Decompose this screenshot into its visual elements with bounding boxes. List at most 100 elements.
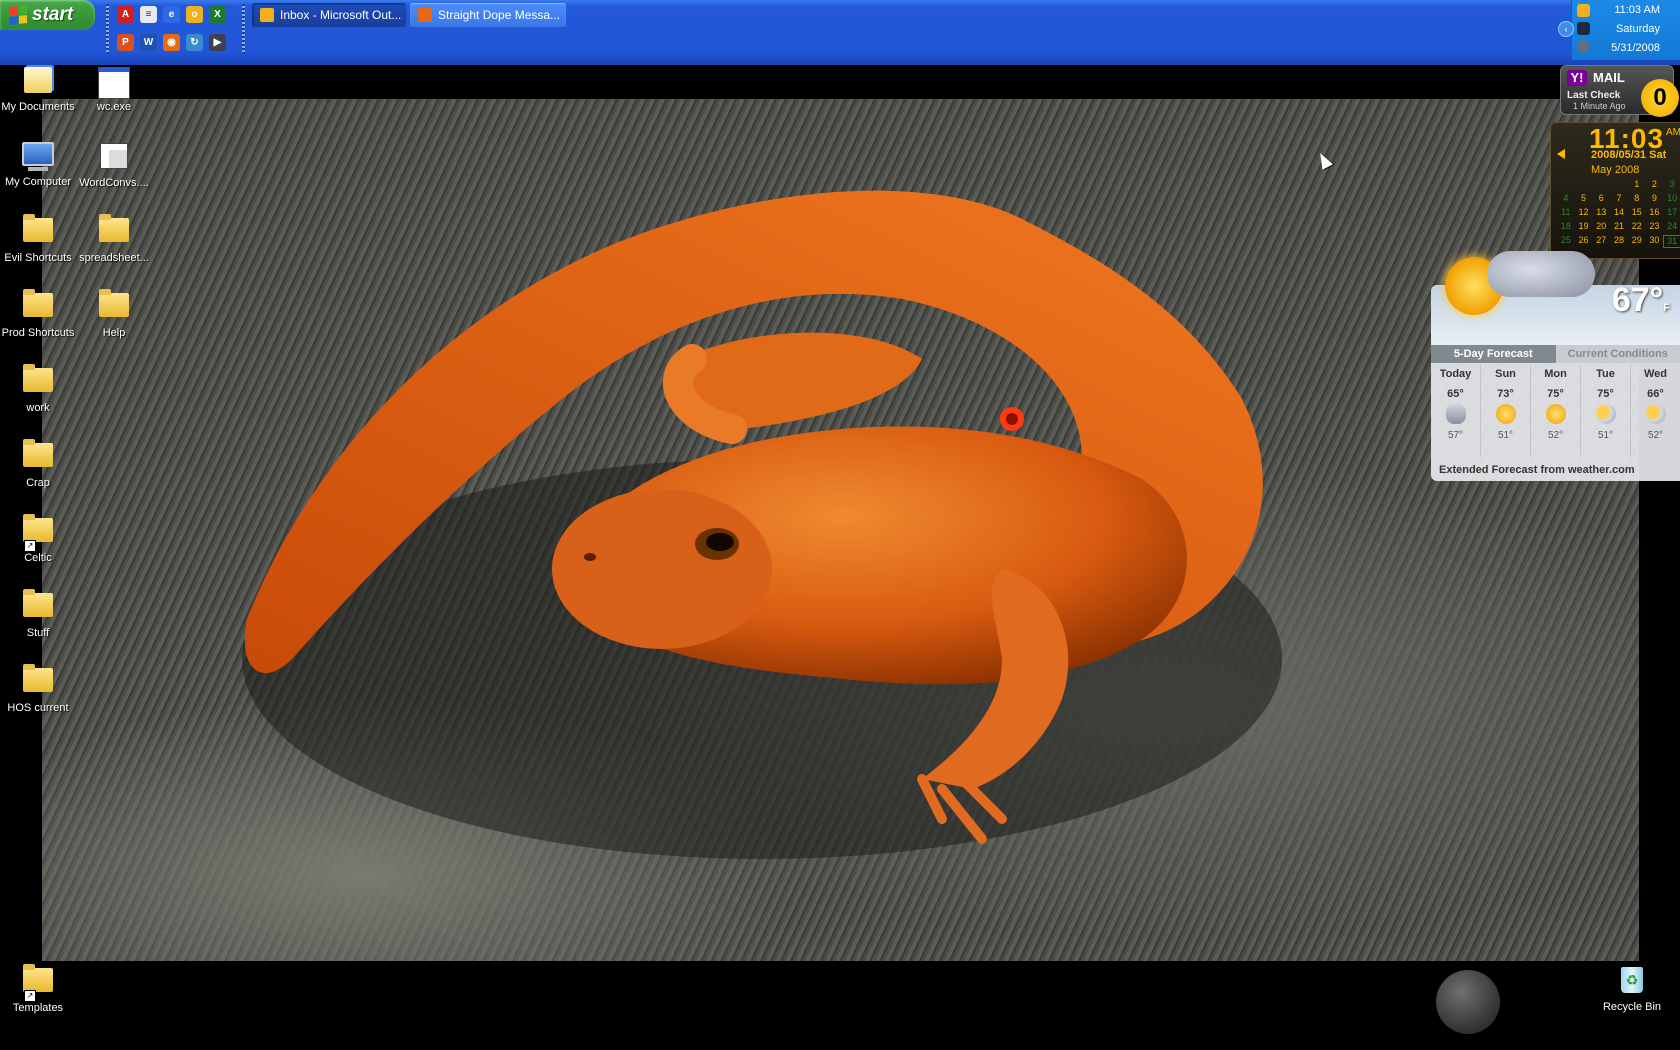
start-button[interactable]: start [0,0,95,30]
calendar-grid: 1 2 3 4 5 6 7 8 9 10 11 12 13 14 15 16 17 18 19 20 21 22 23 24 2… [1557,179,1680,248]
desktop-icon-prod-shortcuts[interactable]: Prod Shortcuts [0,289,76,339]
calendar-day[interactable]: 15 [1628,207,1646,218]
desktop-icon-templates[interactable]: ↗ Templates [0,964,76,1014]
outlook-tray-icon[interactable] [1577,4,1590,17]
folder-icon: ↗ [22,514,54,552]
folder-shape [23,439,53,467]
desktop-icon-help[interactable]: Help [76,289,152,339]
taskbar-grip[interactable] [242,4,245,54]
desktop-icon-recycle-bin[interactable]: ♻ Recycle Bin [1594,964,1670,1013]
clock-calendar-gadget: 11:03 AM 2008/05/31 Sat May 2008 1234567… [1550,122,1680,259]
desktop-icon-label: Stuff [26,627,50,639]
calendar-day[interactable]: 21 [1610,221,1628,232]
acrobat-icon[interactable]: A [117,6,134,23]
media-player-icon[interactable]: ▶ [209,34,226,51]
calendar-day[interactable]: 1 [1628,179,1646,190]
calendar-day[interactable]: 4 [1557,193,1575,204]
calendar-day[interactable]: 17 [1663,207,1680,218]
folder-shape [23,364,53,392]
quick-launch-grip[interactable] [106,4,109,54]
calendar-day[interactable]: 18 [1557,221,1575,232]
folder-icon [22,214,54,250]
calendar-day[interactable]: 2 [1646,179,1664,190]
calendar-day[interactable]: 20 [1592,221,1610,232]
yahoo-mail-title: MAIL [1593,70,1625,85]
calendar-day[interactable]: 27 [1592,235,1610,246]
calendar-day [1557,179,1575,190]
desktop-icon-spreadsheet[interactable]: spreadsheet... [76,214,152,264]
calendar-day[interactable]: 12 [1575,207,1593,218]
task-button-firefox[interactable]: Straight Dope Messa... [410,3,566,27]
yahoo-mail-gadget[interactable]: Y! MAIL Last Check 1 Minute Ago 0 [1560,65,1679,117]
outlook-icon[interactable]: o [186,6,203,23]
desktop-icon-evil-shortcuts[interactable]: Evil Shortcuts [0,214,76,264]
desktop-icon-wc-exe[interactable]: wc.exe [76,64,152,113]
tray-time[interactable]: 11:03 AM [1614,4,1660,16]
internet-explorer-icon[interactable]: e [163,6,180,23]
forecast-day-name: Wed [1643,368,1668,380]
calendar-day[interactable]: 14 [1610,207,1628,218]
powerpoint-icon[interactable]: P [117,34,134,51]
forecast-high: 66° [1647,388,1664,400]
desktop-icon-work[interactable]: work [0,364,76,414]
weather-tabs: 5-Day Forecast Current Conditions [1431,345,1680,363]
exe-window-icon [98,67,130,99]
calendar-day[interactable]: 9 [1646,193,1664,204]
desktop-icon-hos-current[interactable]: HOS current [0,664,76,714]
calendar-day[interactable]: 31 [1663,235,1680,248]
folder-icon [22,439,54,475]
calendar-day[interactable]: 26 [1575,235,1593,246]
forecast-day: Today 65° 57° [1431,365,1481,457]
windows-logo-icon [9,5,27,25]
speaker-icon[interactable] [1557,149,1565,159]
tray-day: Saturday [1615,23,1660,35]
calendar-day[interactable]: 10 [1663,193,1680,204]
tab-current-conditions[interactable]: Current Conditions [1555,345,1680,363]
volume-tray-icon[interactable] [1577,40,1590,53]
calendar-day[interactable]: 6 [1592,193,1610,204]
forecast-high: 75° [1597,388,1614,400]
desktop-icon-my-documents[interactable]: My Documents [0,64,76,113]
forecast-day-name: Sun [1495,368,1516,380]
calendar-day[interactable]: 22 [1628,221,1646,232]
network-tray-icon[interactable] [1577,22,1590,35]
calendar-day[interactable]: 5 [1575,193,1593,204]
partly-cloudy-icon [1645,404,1666,424]
calendar-day[interactable]: 28 [1610,235,1628,246]
desktop-icon-crap[interactable]: Crap [0,439,76,489]
tray-expand-button[interactable]: ‹ [1558,21,1574,37]
calendar-day[interactable]: 24 [1663,221,1680,232]
calendar-day[interactable]: 8 [1628,193,1646,204]
desktop-icon-wordconvs[interactable]: WordConvs.... [76,139,152,189]
sync-icon[interactable]: ↻ [186,34,203,51]
desktop-icon-stuff[interactable]: Stuff [0,589,76,639]
desktop-icon-celtic[interactable]: ↗ Celtic [0,514,76,564]
calendar-day[interactable]: 19 [1575,221,1593,232]
my-computer-icon [22,142,54,174]
calendar-day[interactable]: 30 [1646,235,1664,246]
calendar-day[interactable]: 13 [1592,207,1610,218]
excel-icon[interactable]: X [209,6,226,23]
forecast-day: Mon 75° 52° [1531,365,1581,457]
forecast-high: 65° [1447,388,1464,400]
calendar-day[interactable]: 7 [1610,193,1628,204]
firefox-icon[interactable]: ◉ [163,34,180,51]
calendar-day[interactable]: 16 [1646,207,1664,218]
calendar-day[interactable]: 29 [1628,235,1646,246]
calendar-day[interactable]: 3 [1663,179,1680,190]
desktop-icon-my-computer[interactable]: My Computer [0,139,76,188]
weather-gadget: 67°F 5-Day Forecast Current Conditions T… [1431,251,1680,481]
extended-forecast-link[interactable]: Extended Forecast from weather.com [1439,464,1635,476]
clock-ampm: AM [1666,127,1680,138]
notepad-icon[interactable]: ≡ [140,6,157,23]
folder-icon [22,664,54,700]
task-button-outlook[interactable]: Inbox - Microsoft Out... [252,3,406,27]
yahoo-logo-icon: Y! [1567,70,1587,86]
calendar-day[interactable]: 25 [1557,235,1575,246]
word-icon[interactable]: W [140,34,157,51]
tab-5-day-forecast[interactable]: 5-Day Forecast [1431,345,1556,363]
calendar-day[interactable]: 23 [1646,221,1664,232]
moon-phase-gadget[interactable] [1436,970,1500,1034]
calendar-day[interactable]: 11 [1557,207,1575,218]
yahoo-unread-count[interactable]: 0 [1641,79,1679,117]
